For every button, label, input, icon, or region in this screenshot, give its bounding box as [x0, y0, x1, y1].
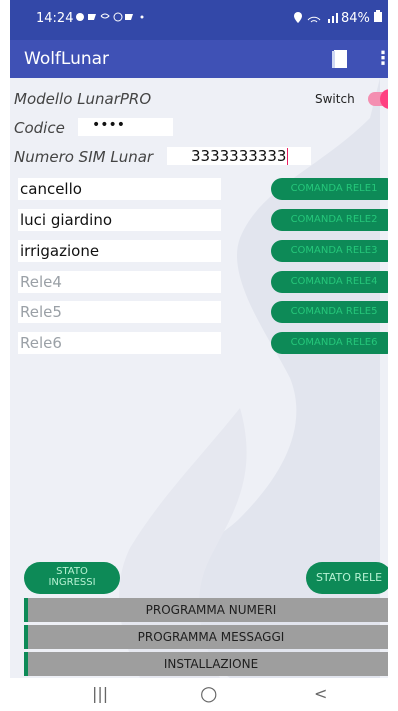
app-title: WolfLunar	[24, 49, 110, 69]
command-relay-6-button[interactable]: COMANDA RELE6	[271, 332, 388, 354]
code-field[interactable]: ••••	[78, 117, 173, 136]
installazione-button[interactable]: INSTALLAZIONE	[24, 652, 388, 676]
relay-name-input-1[interactable]: cancello	[18, 178, 221, 200]
sim-label: Numero SIM Lunar	[14, 148, 154, 166]
relay-name-input-6[interactable]: Rele6	[18, 332, 221, 354]
command-relay-4-button[interactable]: COMANDA RELE4	[271, 271, 388, 293]
relay-name-input-2[interactable]: luci giardino	[18, 209, 221, 231]
sim-number-field[interactable]: 3333333333	[167, 147, 311, 165]
battery-text: 84%	[340, 11, 370, 26]
switch-label: Switch	[315, 92, 355, 106]
command-relay-1-button[interactable]: COMANDA RELE1	[271, 178, 388, 200]
system-nav-bar: ||| ○ <	[10, 678, 388, 711]
relay-name-input-4[interactable]: Rele4	[18, 271, 221, 293]
app-bar: WolfLunar ⋮	[10, 40, 388, 78]
battery-icon	[374, 10, 382, 22]
stato-ingressi-label-2: INGRESSI	[48, 577, 96, 588]
stato-ingressi-label-1: STATO	[56, 566, 88, 577]
app-window: 14:24 84% WolfLunar ⋮ Modello LunarPRO S…	[0, 0, 398, 711]
stato-ingressi-button[interactable]: STATO INGRESSI	[24, 562, 120, 594]
text-cursor	[287, 148, 288, 165]
programma-numeri-button[interactable]: PROGRAMMA NUMERI	[24, 598, 388, 622]
back-icon[interactable]: <	[314, 684, 327, 703]
notification-icon	[76, 12, 144, 22]
recents-icon[interactable]: |||	[92, 684, 108, 703]
command-relay-3-button[interactable]: COMANDA RELE3	[271, 240, 388, 262]
sim-value: 3333333333	[191, 147, 287, 165]
clock: 14:24	[36, 11, 74, 26]
status-bar: 14:24 84%	[10, 0, 388, 40]
code-label: Codice	[14, 119, 65, 137]
command-relay-2-button[interactable]: COMANDA RELE2	[271, 209, 388, 231]
relay-name-input-3[interactable]: irrigazione	[18, 240, 221, 262]
programma-messaggi-button[interactable]: PROGRAMMA MESSAGGI	[24, 625, 388, 649]
toggle-switch[interactable]	[368, 89, 388, 109]
main-content: Modello LunarPRO Switch Codice •••• Nume…	[10, 78, 388, 678]
battery-level: 84%	[341, 10, 382, 26]
relay-name-input-5[interactable]: Rele5	[18, 301, 221, 323]
notification-icons	[74, 10, 154, 27]
toggle-switch-knob	[380, 89, 388, 109]
overflow-menu-icon[interactable]: ⋮	[374, 48, 388, 69]
code-value: ••••	[92, 117, 126, 133]
stato-rele-button[interactable]: STATO RELE	[306, 562, 388, 594]
home-icon[interactable]: ○	[200, 681, 217, 705]
book-icon[interactable]	[332, 49, 348, 69]
model-label: Modello LunarPRO	[14, 90, 152, 108]
command-relay-5-button[interactable]: COMANDA RELE5	[271, 301, 388, 323]
